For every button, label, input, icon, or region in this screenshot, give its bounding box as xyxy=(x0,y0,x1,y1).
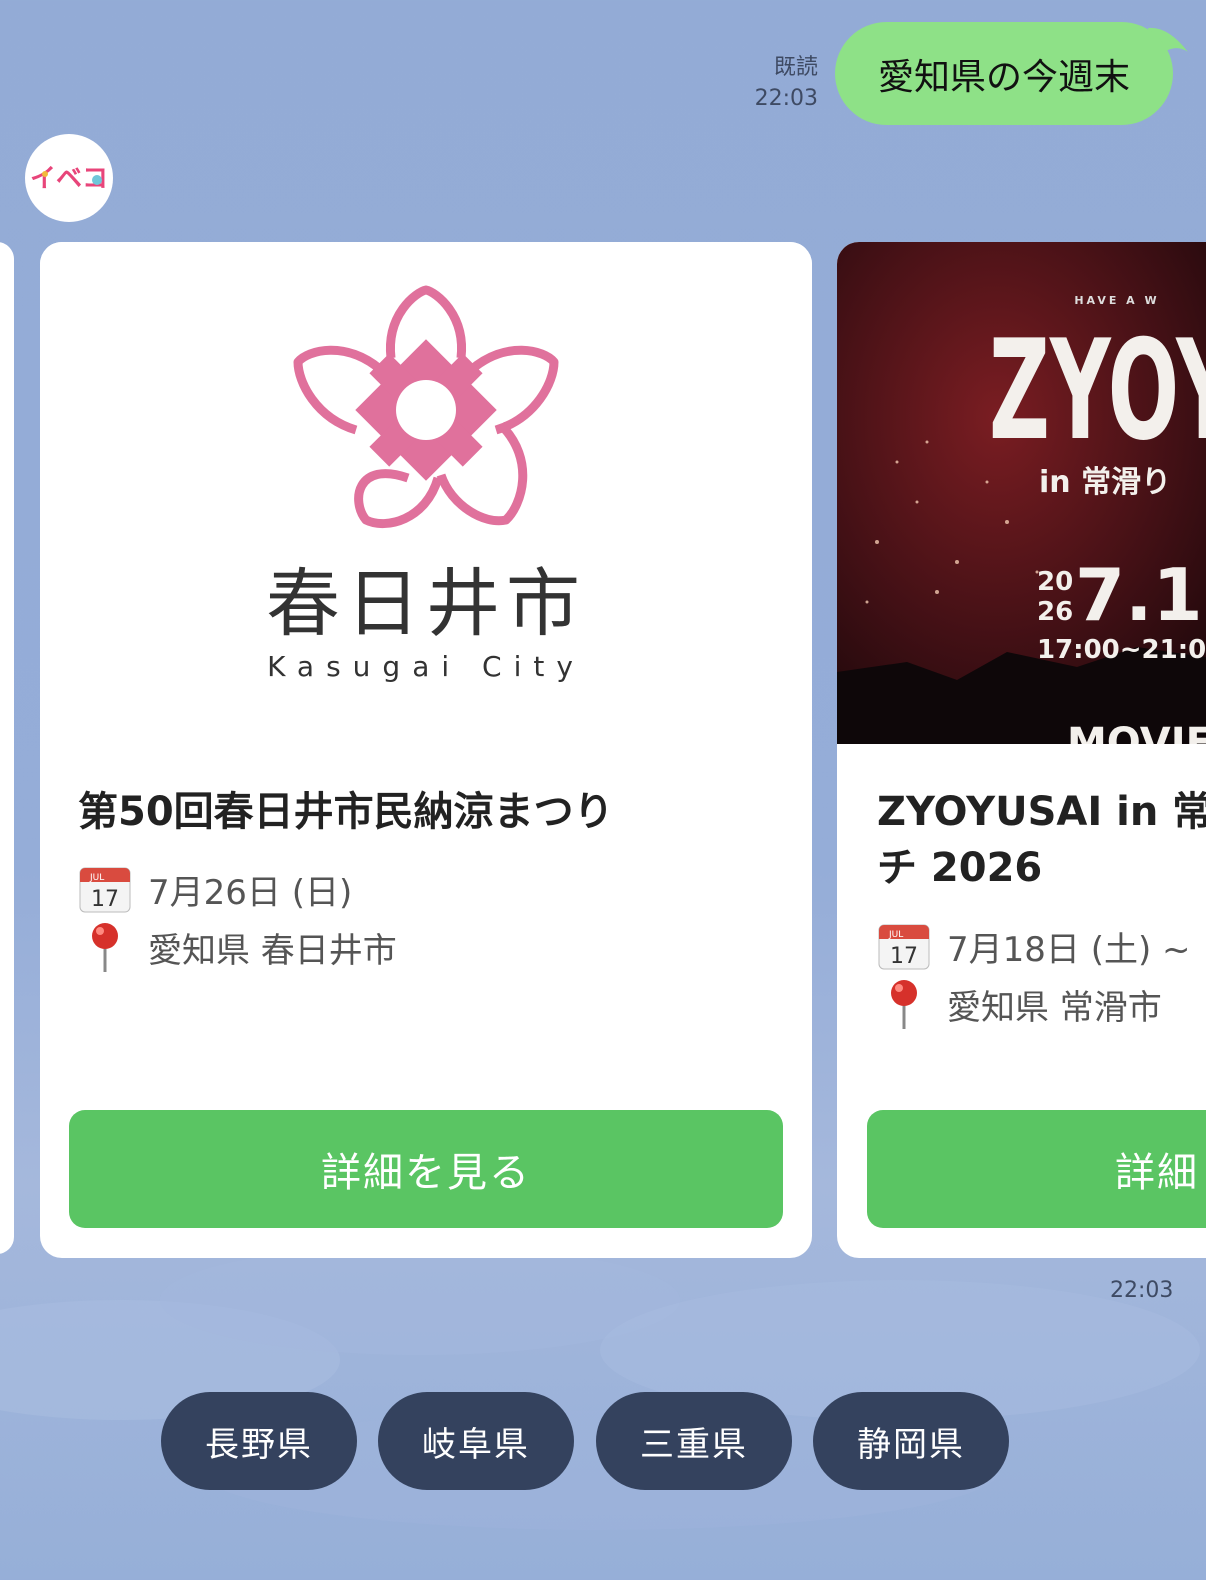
svg-text:20: 20 xyxy=(1037,567,1073,597)
quick-reply-label: 静岡県 xyxy=(857,1424,965,1465)
event-title: 第50回春日井市民納涼まつり xyxy=(78,789,614,835)
ibeko-logo-icon: イベコ xyxy=(30,164,108,194)
bot-avatar[interactable]: イベコ xyxy=(25,134,113,222)
previous-card-edge[interactable] xyxy=(0,242,14,1254)
image-tagline: HAVE A W xyxy=(1074,294,1159,307)
read-label: 既読 xyxy=(773,55,818,80)
quick-reply-label: 三重県 xyxy=(640,1424,748,1465)
event-date-text: 7月18日 (土) ~ xyxy=(947,929,1191,970)
image-subline: in 常滑り xyxy=(1039,465,1171,500)
received-time: 22:03 xyxy=(1110,1278,1174,1303)
read-receipt: 既読 22:03 xyxy=(720,52,818,114)
sent-time: 22:03 xyxy=(754,86,818,111)
svg-text:MOVIE: MOVIE xyxy=(1067,720,1206,744)
quick-reply-nagano[interactable]: 長野県 xyxy=(161,1392,357,1490)
sent-message-text: 愛知県の今週末 xyxy=(877,56,1130,98)
event-card[interactable]: HAVE A W ZYOY in 常滑り 20 26 7.18 17:00~21… xyxy=(837,242,1206,1258)
event-location: 愛知県 常滑市 xyxy=(877,977,1162,1031)
svg-text:JUL: JUL xyxy=(888,930,903,940)
svg-text:JUL: JUL xyxy=(89,873,104,883)
event-date: JUL 17 7月26日 (日) xyxy=(78,862,352,916)
logo-subtext: Kasugai City xyxy=(267,650,585,683)
quick-reply-label: 岐阜県 xyxy=(422,1424,530,1465)
event-image[interactable]: HAVE A W ZYOY in 常滑り 20 26 7.18 17:00~21… xyxy=(837,242,1206,744)
event-location: 愛知県 春日井市 xyxy=(78,920,397,974)
view-details-button[interactable]: 詳細 xyxy=(867,1110,1206,1228)
pushpin-icon xyxy=(891,980,917,1029)
event-card[interactable]: 春日井市 Kasugai City 第50回春日井市民納涼まつり JUL 17 … xyxy=(40,242,812,1258)
event-date-text: 7月26日 (日) xyxy=(148,872,353,913)
quick-reply-shizuoka[interactable]: 静岡県 xyxy=(813,1392,1009,1490)
event-title-line2: チ 2026 xyxy=(877,845,1043,891)
pushpin-icon xyxy=(92,923,118,972)
event-location-text: 愛知県 常滑市 xyxy=(947,987,1162,1028)
event-title: ZYOYUSAI in 常 チ 2026 xyxy=(877,784,1206,896)
view-details-label: 詳細を見る xyxy=(321,1150,531,1196)
svg-text:17: 17 xyxy=(890,944,918,969)
svg-text:26: 26 xyxy=(1037,597,1073,627)
calendar-icon: JUL 17 xyxy=(878,924,930,970)
image-headline: ZYOY xyxy=(989,310,1206,471)
event-date: JUL 17 7月18日 (土) ~ xyxy=(877,919,1191,973)
event-title-line1: ZYOYUSAI in 常 xyxy=(877,789,1206,835)
svg-text:17: 17 xyxy=(91,887,119,912)
quick-reply-label: 長野県 xyxy=(205,1424,313,1465)
view-details-button[interactable]: 詳細を見る xyxy=(69,1110,783,1228)
sent-message-bubble[interactable]: 愛知県の今週末 xyxy=(835,22,1173,125)
quick-reply-mie[interactable]: 三重県 xyxy=(596,1392,792,1490)
calendar-icon: JUL 17 xyxy=(79,867,131,913)
event-image[interactable]: 春日井市 Kasugai City xyxy=(40,242,812,744)
logo-text: 春日井市 xyxy=(266,561,586,647)
image-date: 7.18 xyxy=(1075,553,1206,637)
event-location-text: 愛知県 春日井市 xyxy=(148,930,397,971)
quick-reply-gifu[interactable]: 岐阜県 xyxy=(378,1392,574,1490)
image-hours: 17:00~21:00 xyxy=(1037,635,1206,665)
view-details-label: 詳細 xyxy=(1115,1150,1199,1196)
